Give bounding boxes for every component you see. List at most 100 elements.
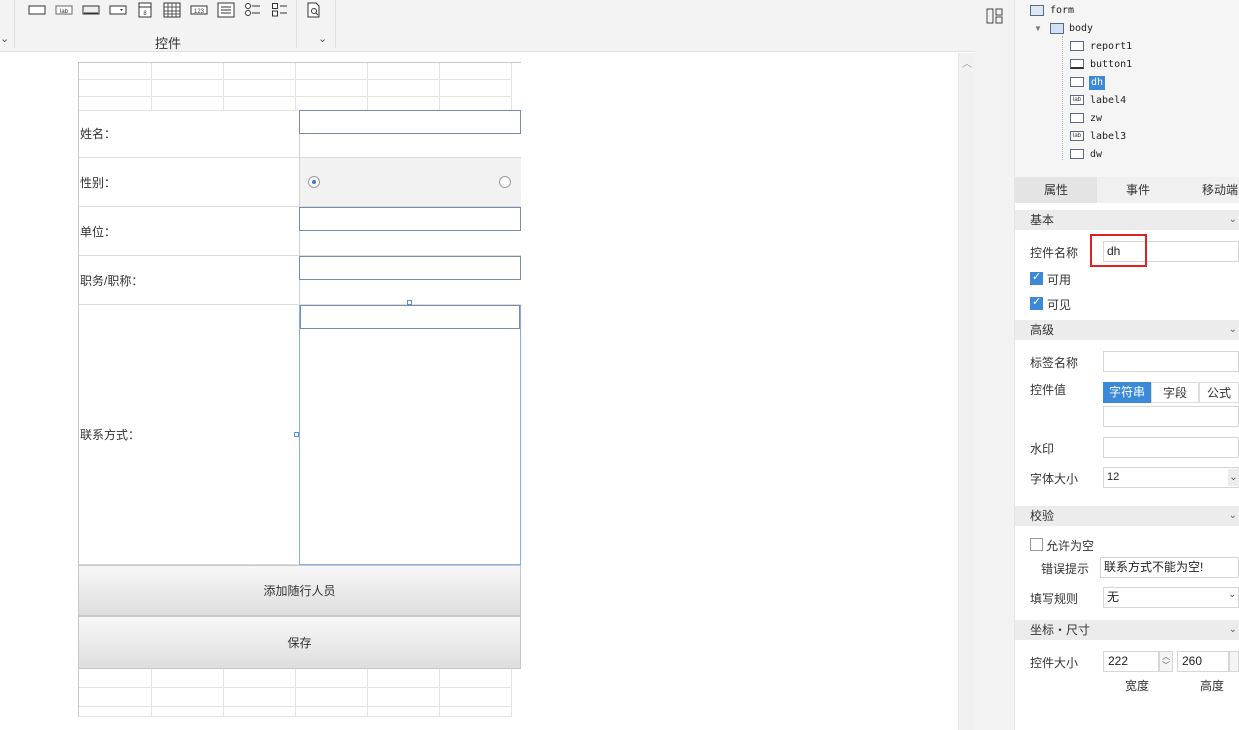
list-icon[interactable]	[217, 2, 235, 18]
section-validation[interactable]: 校验 ⌄	[1015, 506, 1239, 526]
tree-node-label3[interactable]: label3	[1090, 130, 1126, 144]
form-label-unit: 单位：	[78, 207, 299, 256]
chevron-down-icon[interactable]: ⌄	[1229, 210, 1237, 230]
width-caption: 宽度	[1125, 679, 1150, 693]
value-mode-field[interactable]: 字段	[1151, 382, 1199, 403]
name-input[interactable]	[299, 110, 521, 134]
error-hint-input[interactable]: 联系方式不能为空!	[1100, 557, 1239, 578]
textbox-node-icon	[1070, 149, 1084, 159]
control-value-input[interactable]	[1103, 406, 1239, 427]
resize-handle-top[interactable]	[407, 300, 412, 305]
position-input[interactable]	[299, 256, 521, 280]
fill-rule-label: 填写规则	[1030, 592, 1079, 606]
tag-name-label: 标签名称	[1030, 356, 1079, 370]
enabled-label: 可用	[1047, 273, 1072, 287]
section-geometry-title: 坐标・尺寸	[1030, 623, 1091, 637]
unit-input[interactable]	[299, 207, 521, 231]
save-button[interactable]: 保存	[78, 616, 521, 669]
chevron-down-icon[interactable]: ⌄	[1229, 506, 1237, 526]
font-size-select[interactable]: 12	[1103, 467, 1239, 488]
width-stepper[interactable]: ︿ ﹀	[1159, 651, 1173, 672]
error-hint-label: 错误提示	[1041, 562, 1090, 576]
visible-checkbox[interactable]	[1030, 295, 1043, 310]
chevron-down-icon[interactable]: ⌄	[0, 32, 9, 45]
value-mode-formula[interactable]: 公式	[1199, 382, 1239, 403]
toolbar-separator	[335, 0, 336, 48]
toolbar: ⌄ lab 8 123 控件 ⌄	[0, 0, 975, 52]
control-size-label: 控件大小	[1030, 656, 1079, 670]
height-caption: 高度	[1200, 679, 1225, 693]
button-icon[interactable]	[82, 2, 100, 18]
dropdown-arrow-icon[interactable]: ⌄	[1228, 469, 1239, 486]
tree-node-zw[interactable]: zw	[1090, 112, 1102, 126]
checkbox-group-icon[interactable]	[271, 2, 289, 18]
tab-events[interactable]: 事件	[1097, 177, 1179, 203]
chevron-down-icon[interactable]: ⌄	[1229, 620, 1237, 640]
watermark-label: 水印	[1030, 442, 1055, 456]
gender-radio-option-1[interactable]	[308, 176, 320, 188]
height-input[interactable]: 260	[1177, 651, 1229, 672]
number-spinner-icon[interactable]: 8	[136, 2, 154, 18]
tree-node-button1[interactable]: button1	[1090, 58, 1132, 72]
tag-name-input[interactable]	[1103, 351, 1239, 372]
contact-cell-selected[interactable]	[299, 305, 521, 565]
chevron-down-icon[interactable]: ⌄	[318, 32, 327, 45]
section-geometry[interactable]: 坐标・尺寸 ⌄	[1015, 620, 1239, 640]
add-companion-button[interactable]: 添加随行人员	[78, 565, 521, 616]
report-node-icon	[1070, 41, 1084, 51]
section-validation-title: 校验	[1030, 509, 1055, 523]
svg-text:lab: lab	[60, 9, 69, 15]
control-value-label: 控件值	[1030, 383, 1067, 397]
tree-guide-line	[1062, 36, 1063, 160]
height-stepper[interactable]	[1229, 651, 1239, 672]
tree-node-report1[interactable]: report1	[1090, 40, 1132, 54]
tab-properties[interactable]: 属性	[1015, 177, 1097, 203]
section-basic[interactable]: 基本 ⌄	[1015, 210, 1239, 230]
enabled-checkbox[interactable]	[1030, 270, 1043, 285]
body-node-icon	[1050, 23, 1064, 34]
form-label-gender: 性别：	[78, 158, 299, 207]
form-label-contact: 联系方式：	[78, 305, 299, 565]
contact-input[interactable]	[300, 305, 520, 329]
allow-empty-label: 允许为空	[1046, 539, 1095, 553]
scroll-up-icon[interactable]: ︿	[962, 55, 972, 70]
fill-rule-select[interactable]: 无	[1103, 587, 1239, 608]
label-node-icon: lab	[1070, 131, 1084, 141]
combo-icon[interactable]	[109, 2, 127, 18]
toolbar-separator	[14, 0, 15, 48]
numeric-icon[interactable]: 123	[190, 2, 208, 18]
tree-node-body[interactable]: body	[1069, 22, 1093, 36]
vertical-scrollbar[interactable]: ︿	[958, 53, 975, 730]
textbox-node-icon	[1070, 113, 1084, 123]
dropdown-arrow-icon[interactable]: ⌄	[1228, 589, 1236, 600]
tree-node-dh-selected[interactable]: dh	[1089, 76, 1106, 90]
form-label-name: 姓名：	[78, 110, 299, 158]
allow-empty-checkbox[interactable]	[1030, 538, 1043, 551]
resize-handle-left[interactable]	[294, 432, 299, 437]
watermark-input[interactable]	[1103, 437, 1239, 458]
section-advanced[interactable]: 高级 ⌄	[1015, 320, 1239, 340]
grid-icon[interactable]	[163, 2, 181, 18]
preview-icon[interactable]	[305, 2, 323, 18]
textbox-icon[interactable]	[28, 2, 46, 18]
grid-area-bottom	[78, 669, 521, 717]
value-mode-string[interactable]: 字符串	[1103, 382, 1151, 403]
chevron-down-icon[interactable]: ⌄	[1229, 320, 1237, 340]
radio-group-icon[interactable]	[244, 2, 262, 18]
tree-node-dw[interactable]: dw	[1090, 148, 1102, 162]
layout-toggle-icon[interactable]	[986, 8, 1004, 24]
label-icon[interactable]: lab	[55, 2, 73, 18]
form-label-position: 职务/职称：	[78, 256, 299, 305]
toolbar-separator	[296, 0, 297, 48]
tab-mobile[interactable]: 移动端	[1179, 177, 1239, 203]
panel-gutter	[975, 0, 1015, 730]
tree-node-label4[interactable]: label4	[1090, 94, 1126, 108]
gender-radio-option-2[interactable]	[499, 176, 511, 188]
collapse-arrow-icon[interactable]: ▼	[1034, 24, 1042, 33]
toolbar-group-label: 控件	[155, 36, 182, 51]
width-input[interactable]: 222	[1103, 651, 1159, 672]
font-size-label: 字体大小	[1030, 472, 1079, 486]
gender-radio-group	[299, 158, 521, 207]
tree-node-form[interactable]: form	[1050, 4, 1074, 18]
button-node-icon	[1070, 59, 1084, 69]
